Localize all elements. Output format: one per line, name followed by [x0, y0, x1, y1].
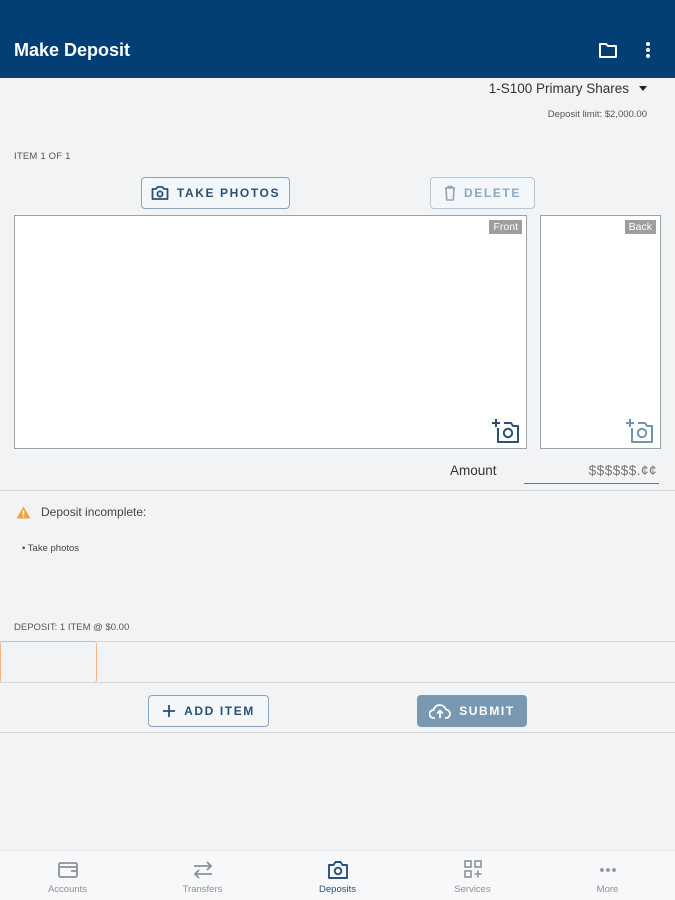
cloud-upload-icon [429, 703, 452, 719]
take-photos-label: TAKE PHOTOS [176, 186, 281, 200]
divider [0, 682, 675, 683]
dropdown-caret-icon [639, 86, 647, 91]
divider [0, 490, 675, 491]
nav-label: Transfers [182, 884, 223, 895]
warning-icon [16, 506, 31, 518]
folder-icon[interactable] [596, 38, 620, 62]
plus-icon [163, 705, 176, 717]
nav-item-more[interactable]: More [540, 851, 675, 900]
account-selector[interactable]: 1-S100 Primary Shares [489, 81, 647, 96]
back-tag: Back [624, 220, 656, 234]
app-bar: Make Deposit [0, 0, 675, 78]
page-title: Make Deposit [14, 40, 131, 60]
delete-label: DELETE [464, 186, 521, 200]
front-tag: Front [489, 220, 522, 234]
amount-input[interactable] [524, 457, 659, 484]
nav-item-deposits[interactable]: Deposits [270, 851, 405, 900]
more-vertical-icon[interactable] [636, 38, 660, 62]
deposit-summary: DEPOSIT: 1 ITEM @ $0.00 [14, 622, 130, 633]
bottom-navigation: Accounts Transfers Deposits Services Mor… [0, 850, 675, 900]
nav-item-accounts[interactable]: Accounts [0, 851, 135, 900]
front-image-area[interactable]: Front [14, 215, 527, 449]
todo-item: • Take photos [22, 543, 80, 554]
nav-label: Accounts [47, 884, 88, 895]
services-grid-icon [463, 860, 482, 878]
add-photo-icon[interactable] [492, 418, 520, 444]
submit-button[interactable]: SUBMIT [417, 695, 527, 727]
nav-item-services[interactable]: Services [405, 851, 540, 900]
wallet-icon [57, 862, 78, 878]
add-item-label: ADD ITEM [184, 704, 255, 718]
nav-item-transfers[interactable]: Transfers [135, 851, 270, 900]
delete-button[interactable]: DELETE [430, 177, 535, 209]
account-selector-value: 1-S100 Primary Shares [488, 81, 629, 96]
divider [0, 732, 675, 733]
nav-label: More [596, 884, 619, 895]
item-counter: ITEM 1 OF 1 [14, 151, 71, 162]
item-thumbnail[interactable] [0, 641, 97, 683]
submit-label: SUBMIT [459, 704, 515, 718]
amount-label: Amount [450, 463, 497, 478]
transfer-arrows-icon [193, 861, 212, 879]
deposit-status-message: Deposit incomplete: [41, 505, 147, 519]
add-photo-icon[interactable] [626, 418, 654, 444]
trash-icon [445, 185, 456, 201]
back-image-area[interactable]: Back [540, 215, 661, 449]
camera-icon [151, 186, 169, 200]
deposit-status: Deposit incomplete: [16, 505, 146, 519]
more-horizontal-icon [599, 868, 616, 872]
divider [0, 641, 675, 642]
camera-icon [327, 861, 348, 879]
nav-label: Services [454, 884, 491, 895]
take-photos-button[interactable]: TAKE PHOTOS [141, 177, 290, 209]
nav-label: Deposits [319, 884, 356, 895]
deposit-limit: Deposit limit: $2,000.00 [547, 109, 647, 120]
add-item-button[interactable]: ADD ITEM [148, 695, 269, 727]
